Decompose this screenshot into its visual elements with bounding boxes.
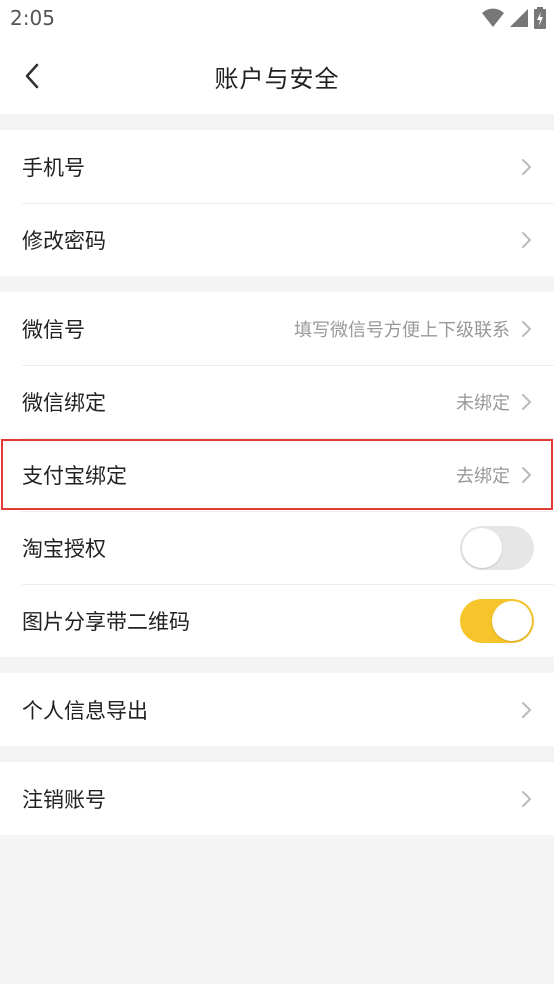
status-bar: 2:05: [0, 0, 554, 38]
row-qr-share: 图片分享带二维码: [0, 584, 554, 657]
status-icons: [482, 7, 546, 29]
qr-share-toggle[interactable]: [460, 598, 534, 643]
page-title: 账户与安全: [214, 64, 340, 93]
row-change-password[interactable]: 修改密码: [0, 203, 554, 276]
group-account: 手机号 修改密码: [0, 130, 554, 276]
row-phone[interactable]: 手机号: [0, 130, 554, 203]
row-label: 注销账号: [22, 787, 106, 812]
chevron-right-icon: [520, 392, 534, 412]
back-button[interactable]: [8, 52, 56, 100]
row-label: 微信号: [22, 317, 85, 342]
row-value: 填写微信号方便上下级联系: [294, 319, 510, 341]
status-time: 2:05: [10, 6, 55, 30]
toggle-knob: [492, 600, 532, 641]
chevron-right-icon: [520, 700, 534, 720]
row-label: 图片分享带二维码: [22, 609, 190, 634]
group-delete: 注销账号: [0, 762, 554, 835]
chevron-right-icon: [520, 465, 534, 485]
signal-icon: [510, 9, 528, 27]
row-taobao-auth: 淘宝授权: [0, 511, 554, 584]
chevron-right-icon: [520, 230, 534, 250]
row-label: 微信绑定: [22, 390, 106, 415]
row-export-info[interactable]: 个人信息导出: [0, 673, 554, 746]
row-label: 个人信息导出: [22, 698, 148, 723]
row-value: 去绑定: [456, 465, 510, 487]
row-wechat-binding[interactable]: 微信绑定 未绑定: [0, 365, 554, 438]
nav-bar: 账户与安全: [0, 38, 554, 114]
toggle-knob: [462, 527, 502, 568]
back-arrow-icon: [25, 63, 39, 89]
row-label: 支付宝绑定: [22, 463, 127, 488]
row-label: 修改密码: [22, 228, 106, 253]
row-wechat-id[interactable]: 微信号 填写微信号方便上下级联系: [0, 292, 554, 365]
row-value: 未绑定: [456, 392, 510, 414]
group-export: 个人信息导出: [0, 673, 554, 746]
row-label: 手机号: [22, 155, 85, 180]
chevron-right-icon: [520, 319, 534, 339]
group-bindings: 微信号 填写微信号方便上下级联系 微信绑定 未绑定 支付宝绑定 去绑定 淘宝授权…: [0, 292, 554, 657]
chevron-right-icon: [520, 157, 534, 177]
chevron-right-icon: [520, 789, 534, 809]
battery-icon: [534, 7, 546, 29]
taobao-auth-toggle[interactable]: [460, 525, 534, 570]
row-alipay-binding[interactable]: 支付宝绑定 去绑定: [0, 438, 554, 511]
row-label: 淘宝授权: [22, 536, 106, 561]
wifi-icon: [482, 8, 504, 27]
row-delete-account[interactable]: 注销账号: [0, 762, 554, 835]
